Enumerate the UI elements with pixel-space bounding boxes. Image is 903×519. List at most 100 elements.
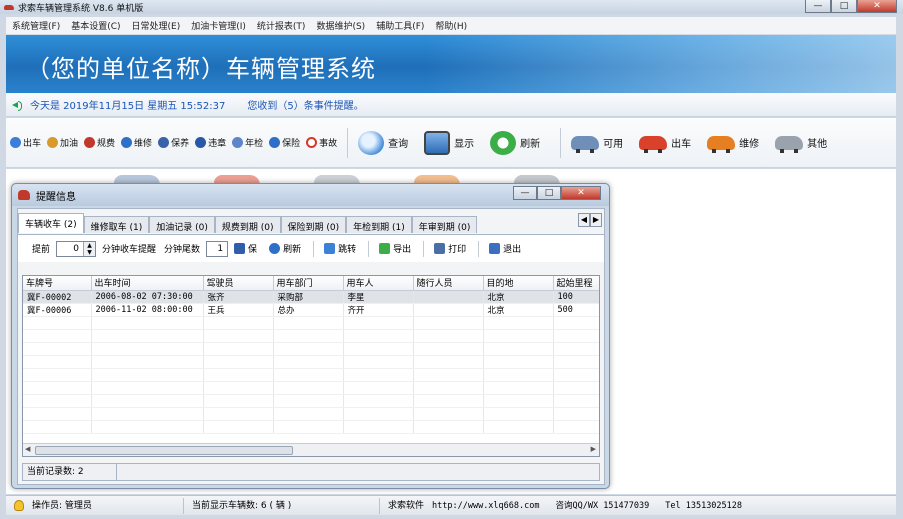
toolbar-fees-button[interactable]: 规费 [84, 136, 115, 149]
info-bar: 今天是 2019年11月15日 星期五 15:52:37 您收到（5）条事件提醒… [6, 93, 896, 117]
table-cell: 2006-11-02 08:00:00 [91, 303, 204, 317]
empty-row [23, 381, 599, 395]
toolbar-filter-repair[interactable]: 维修 [707, 135, 759, 153]
tab-fuel-records[interactable]: 加油记录 (0) [149, 216, 215, 233]
check-icon [232, 137, 244, 148]
minutes-label: 分钟收车提醒 [102, 245, 157, 255]
statusbar: 操作员: 管理员 当前显示车辆数: 6 ( 辆 ) 求索软件 http://ww… [6, 495, 896, 515]
tab-review-due[interactable]: 年审到期 (0) [411, 216, 478, 233]
lightbulb-icon [14, 500, 24, 511]
tab-repair-pickup[interactable]: 维修取车 (1) [83, 216, 150, 233]
advance-label: 提前 [32, 245, 51, 255]
tab-scroll: ◀ ▶ [578, 213, 602, 227]
car-out-icon [639, 135, 668, 153]
scroll-left-icon[interactable]: ◀ [25, 445, 30, 453]
menu-daily[interactable]: 日常处理(E) [132, 19, 181, 32]
tab-scroll-left-icon[interactable]: ◀ [578, 213, 590, 227]
tab-fees-due[interactable]: 规费到期 (0) [214, 216, 281, 233]
table-cell [413, 303, 484, 317]
refresh-button[interactable]: 刷新 [269, 242, 301, 255]
export-icon [379, 243, 391, 254]
column-header[interactable]: 随行人员 [413, 276, 484, 291]
tail-input[interactable]: 1 [206, 240, 229, 257]
table-row[interactable]: 冀F-00002 2006-08-02 07:30:00 张齐 采购部 李星 北… [23, 290, 599, 304]
table-row[interactable]: 冀F-00006 2006-11-02 08:00:00 王兵 总办 齐开 北京… [23, 303, 599, 317]
toolbar-filter-available[interactable]: 可用 [571, 135, 623, 153]
toolbar-refresh-button[interactable]: 刷新 [490, 130, 540, 155]
toolbar-filter-other[interactable]: 其他 [775, 135, 827, 153]
horizontal-scrollbar[interactable]: ◀ ▶ [23, 443, 599, 456]
dialog-window-controls: — □ ✕ [513, 186, 601, 200]
toolbar-violation-button[interactable]: 违章 [195, 136, 226, 149]
dialog-close-button[interactable]: ✕ [561, 186, 601, 200]
toolbar-dispatch-button[interactable]: 出车 [10, 136, 41, 149]
banner: （您的单位名称）车辆管理系统 [6, 35, 896, 93]
close-button[interactable]: ✕ [857, 0, 897, 13]
column-header[interactable]: 车牌号 [23, 276, 92, 291]
column-header[interactable]: 出车时间 [91, 276, 204, 291]
table-cell: 冀F-00002 [23, 290, 92, 304]
refresh-icon [490, 130, 517, 155]
exit-button[interactable]: 退出 [489, 242, 521, 255]
forbidden-icon [306, 137, 318, 148]
toolbar-query-button[interactable]: 查询 [358, 130, 408, 155]
dialog-statusbar: 当前记录数: 2 [22, 463, 600, 481]
minutes-stepper[interactable]: 0 ▲ ▼ [56, 240, 97, 257]
menu-basic-settings[interactable]: 基本设置(C) [71, 19, 120, 32]
magnifier-icon [358, 130, 385, 155]
column-header[interactable]: 用车人 [343, 276, 414, 291]
toolbar-separator [423, 240, 425, 257]
jump-button[interactable]: 跳转 [324, 242, 356, 255]
dialog-maximize-button[interactable]: □ [537, 186, 561, 200]
table-cell: 北京 [483, 303, 554, 317]
column-header[interactable]: 起始里程 [553, 276, 599, 291]
car-available-icon [571, 135, 600, 153]
save-button[interactable]: 保 [234, 242, 257, 255]
menu-tools[interactable]: 辅助工具(F) [376, 19, 424, 32]
tab-vehicle-return[interactable]: 车辆收车 (2) [18, 213, 84, 233]
tab-inspection-due[interactable]: 年检到期 (1) [346, 216, 412, 233]
menu-system[interactable]: 系统管理(F) [12, 19, 60, 32]
event-notice[interactable]: 您收到（5）条事件提醒。 [247, 97, 363, 112]
toolbar-filter-out[interactable]: 出车 [639, 135, 691, 153]
menu-reports[interactable]: 统计报表(T) [257, 19, 306, 32]
speaker-icon [12, 100, 22, 111]
maximize-button[interactable]: □ [831, 0, 857, 13]
wrench-icon [121, 137, 133, 148]
stepper-arrows-icon[interactable]: ▲ ▼ [83, 241, 96, 256]
menu-data-maintenance[interactable]: 数据维护(S) [316, 19, 365, 32]
toolbar-maintenance-button[interactable]: 保养 [158, 136, 189, 149]
dialog-titlebar[interactable]: 提醒信息 — □ ✕ [12, 184, 609, 206]
scrollbar-thumb[interactable] [35, 446, 293, 455]
operator-text: 操作员: 管理员 [32, 500, 92, 511]
print-button[interactable]: 打印 [434, 242, 466, 255]
toolbar-accident-button[interactable]: 事故 [306, 136, 337, 149]
tab-insurance-due[interactable]: 保险到期 (0) [280, 216, 347, 233]
menu-help[interactable]: 帮助(H) [435, 19, 467, 32]
vendor-url[interactable]: http://www.xlq668.com [432, 498, 539, 514]
dialog-minimize-button[interactable]: — [513, 186, 537, 200]
operator-panel: 操作员: 管理员 [6, 497, 184, 514]
empty-row [23, 342, 599, 356]
table-cell: 100 [553, 290, 599, 304]
empty-row [23, 316, 599, 330]
window-controls: — □ ✕ [805, 0, 897, 13]
scroll-right-icon[interactable]: ▶ [591, 445, 596, 453]
toolbar-display-button[interactable]: 显示 [424, 130, 474, 155]
minimize-button[interactable]: — [805, 0, 831, 13]
export-button[interactable]: 导出 [379, 242, 411, 255]
toolbar-inspection-button[interactable]: 年检 [232, 136, 263, 149]
exit-icon [489, 243, 501, 254]
toolbar-insurance-button[interactable]: 保险 [269, 136, 300, 149]
dialog-title: 提醒信息 [36, 191, 76, 203]
table-cell: 王兵 [203, 303, 274, 317]
column-header[interactable]: 用车部门 [273, 276, 344, 291]
toolbar-fuel-button[interactable]: 加油 [47, 136, 78, 149]
column-header[interactable]: 驾驶员 [203, 276, 274, 291]
menu-fuel-card[interactable]: 加油卡管理(I) [191, 19, 246, 32]
tab-scroll-right-icon[interactable]: ▶ [590, 213, 602, 227]
table-cell: 采购部 [273, 290, 344, 304]
fuel-icon [47, 137, 59, 148]
toolbar-repair-button[interactable]: 维修 [121, 136, 152, 149]
column-header[interactable]: 目的地 [483, 276, 554, 291]
